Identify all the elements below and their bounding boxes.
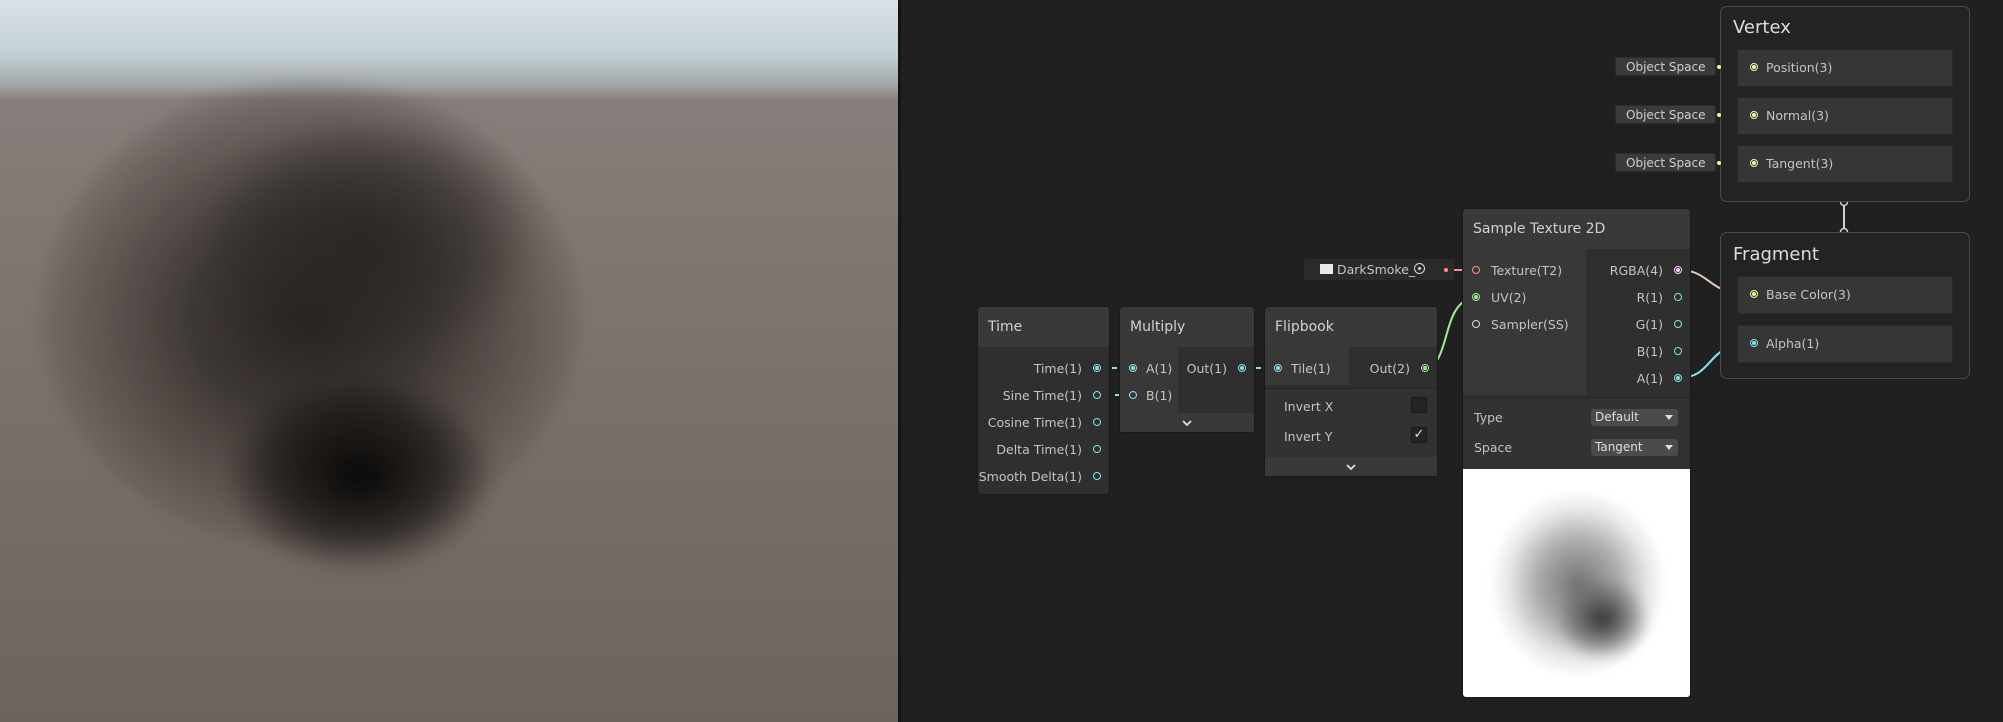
multiply-b-input-port[interactable] xyxy=(1129,391,1137,399)
texture-thumbnail xyxy=(1320,264,1333,274)
dropdown-arrow-icon xyxy=(1665,415,1673,420)
texture-asset-name: DarkSmoke_ xyxy=(1337,262,1416,277)
flipbook-out-label: Out(2) xyxy=(1369,361,1410,376)
delta-time-output-port[interactable] xyxy=(1093,445,1101,453)
position-space-chip[interactable]: Object Space xyxy=(1615,57,1717,76)
shader-graph-editor: Time Time(1) Sine Time(1) Cosine Time(1)… xyxy=(0,0,2003,722)
flipbook-tile-input-port[interactable] xyxy=(1274,364,1282,372)
multiply-collapse-bar[interactable] xyxy=(1120,413,1254,432)
invert-x-label: Invert X xyxy=(1284,399,1334,414)
normal-space-chip[interactable]: Object Space xyxy=(1615,105,1717,124)
position-input-port[interactable] xyxy=(1750,63,1758,71)
split-divider[interactable] xyxy=(898,0,901,722)
sampler-input-port[interactable] xyxy=(1472,320,1480,328)
b-output-port[interactable] xyxy=(1674,347,1682,355)
position-label: Position(3) xyxy=(1766,60,1833,75)
space-label: Space xyxy=(1474,440,1513,455)
multiply-out-label: Out(1) xyxy=(1186,361,1227,376)
cosine-time-output-label: Cosine Time(1) xyxy=(987,415,1082,430)
smooth-delta-output-port[interactable] xyxy=(1093,472,1101,480)
chevron-down-icon xyxy=(1182,420,1192,426)
r-output-port[interactable] xyxy=(1674,293,1682,301)
multiply-out-port[interactable] xyxy=(1238,364,1246,372)
time-output-label: Time(1) xyxy=(1033,361,1082,376)
vertex-context[interactable]: Vertex Position(3) Normal(3) Tangent(3) xyxy=(1720,6,1970,202)
position-chip-dot xyxy=(1717,65,1721,69)
normal-chip-dot xyxy=(1717,113,1721,117)
multiply-a-input-label: A(1) xyxy=(1146,361,1173,376)
time-node[interactable]: Time Time(1) Sine Time(1) Cosine Time(1)… xyxy=(978,307,1109,494)
base-color-input-port[interactable] xyxy=(1750,290,1758,298)
fragment-title: Fragment xyxy=(1733,244,1819,265)
preview-smoke xyxy=(1558,579,1648,659)
g-output-label: G(1) xyxy=(1635,317,1663,332)
b-output-label: B(1) xyxy=(1636,344,1663,359)
normal-input-port[interactable] xyxy=(1750,111,1758,119)
multiply-node-title[interactable]: Multiply xyxy=(1120,307,1254,347)
texture-asset-field[interactable]: DarkSmoke_ xyxy=(1304,259,1454,280)
smoke-particle xyxy=(210,120,530,360)
sample-texture-settings xyxy=(1463,397,1690,470)
tangent-label: Tangent(3) xyxy=(1766,156,1834,171)
scene-view[interactable] xyxy=(0,0,898,722)
flipbook-tile-input-label: Tile(1) xyxy=(1291,361,1331,376)
type-label: Type xyxy=(1474,410,1503,425)
dropdown-arrow-icon xyxy=(1665,445,1673,450)
multiply-b-input-label: B(1) xyxy=(1146,388,1173,403)
sine-time-output-label: Sine Time(1) xyxy=(1002,388,1082,403)
multiply-inputs-panel xyxy=(1120,347,1178,413)
multiply-node[interactable]: Multiply A(1) B(1) Out(1) xyxy=(1120,307,1254,432)
invert-y-label: Invert Y xyxy=(1284,429,1333,444)
tangent-input-port[interactable] xyxy=(1750,159,1758,167)
tangent-space-chip[interactable]: Object Space xyxy=(1615,153,1717,172)
normal-label: Normal(3) xyxy=(1766,108,1829,123)
fragment-context[interactable]: Fragment Base Color(3) Alpha(1) xyxy=(1720,232,1970,379)
flipbook-collapse-bar[interactable] xyxy=(1265,457,1437,476)
uv-input-port[interactable] xyxy=(1472,293,1480,301)
normal-block[interactable]: Normal(3) xyxy=(1737,97,1953,135)
type-dropdown[interactable]: Default xyxy=(1591,409,1678,426)
texture-preview xyxy=(1463,469,1690,697)
base-color-block[interactable]: Base Color(3) xyxy=(1737,276,1953,314)
type-dropdown-value: Default xyxy=(1595,410,1639,424)
texture-edge-dot xyxy=(1444,268,1448,272)
smooth-delta-output-label: Smooth Delta(1) xyxy=(978,469,1082,484)
flipbook-out-port[interactable] xyxy=(1421,364,1429,372)
multiply-a-input-port[interactable] xyxy=(1129,364,1137,372)
texture-input-label: Texture(T2) xyxy=(1491,263,1563,278)
sine-time-output-port[interactable] xyxy=(1093,391,1101,399)
flipbook-node-title[interactable]: Flipbook xyxy=(1265,307,1437,347)
cosine-time-output-port[interactable] xyxy=(1093,418,1101,426)
rgba-output-label: RGBA(4) xyxy=(1609,263,1663,278)
texture-input-port[interactable] xyxy=(1472,266,1480,274)
alpha-label: Alpha(1) xyxy=(1766,336,1820,351)
target-icon[interactable] xyxy=(1414,263,1425,274)
space-dropdown[interactable]: Tangent xyxy=(1591,439,1678,456)
invert-y-checkbox[interactable]: ✓ xyxy=(1411,427,1427,443)
position-block[interactable]: Position(3) xyxy=(1737,49,1953,87)
uv-input-label: UV(2) xyxy=(1491,290,1527,305)
g-output-port[interactable] xyxy=(1674,320,1682,328)
tangent-chip-dot xyxy=(1717,161,1721,165)
alpha-block[interactable]: Alpha(1) xyxy=(1737,325,1953,363)
flipbook-node[interactable]: Flipbook Tile(1) Out(2) Invert X Invert … xyxy=(1265,307,1437,476)
tangent-block[interactable]: Tangent(3) xyxy=(1737,145,1953,183)
rgba-output-port[interactable] xyxy=(1674,266,1682,274)
r-output-label: R(1) xyxy=(1636,290,1663,305)
time-node-title[interactable]: Time xyxy=(978,307,1109,347)
alpha-input-port[interactable] xyxy=(1750,339,1758,347)
a-output-label: A(1) xyxy=(1636,371,1663,386)
sample-texture-2d-node[interactable]: Sample Texture 2D Texture(T2) UV(2) Samp… xyxy=(1463,209,1690,697)
sample-texture-title[interactable]: Sample Texture 2D xyxy=(1463,209,1690,249)
delta-time-output-label: Delta Time(1) xyxy=(996,442,1082,457)
smoke-particle xyxy=(230,380,490,570)
time-output-port[interactable] xyxy=(1093,364,1101,372)
base-color-label: Base Color(3) xyxy=(1766,287,1851,302)
chevron-down-icon xyxy=(1346,464,1356,470)
a-output-port[interactable] xyxy=(1674,374,1682,382)
sampler-input-label: Sampler(SS) xyxy=(1491,317,1569,332)
space-dropdown-value: Tangent xyxy=(1595,440,1643,454)
invert-x-checkbox[interactable] xyxy=(1411,397,1427,413)
vertex-title: Vertex xyxy=(1733,17,1791,38)
